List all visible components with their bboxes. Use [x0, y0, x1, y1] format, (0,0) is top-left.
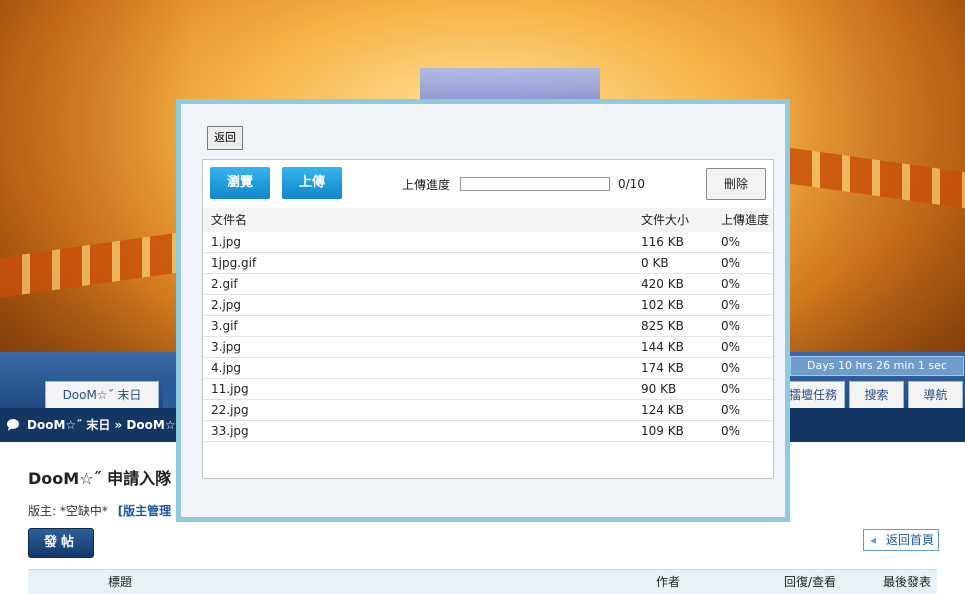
file-size: 174 KB: [641, 361, 684, 375]
banner-film-strip-left: [0, 232, 180, 298]
file-name: 33.jpg: [211, 424, 249, 438]
file-progress: 0%: [721, 340, 741, 354]
triangle-left-icon: ◂: [870, 533, 877, 547]
page-title: DooM☆˝ 申請入隊: [28, 469, 172, 488]
table-row[interactable]: 2.jpg 102 KB 0%: [203, 295, 773, 316]
back-home-label: 返回首頁: [885, 533, 934, 547]
file-progress: 0%: [721, 277, 741, 291]
delete-button[interactable]: 刪除: [706, 168, 766, 200]
file-name: 3.jpg: [211, 340, 242, 354]
progress-count: 0/10: [618, 177, 645, 191]
return-button[interactable]: 返回: [207, 126, 243, 150]
file-progress: 0%: [721, 382, 741, 396]
table-row[interactable]: 3.jpg 144 KB 0%: [203, 337, 773, 358]
tab-tasks[interactable]: 擂壇任務: [781, 381, 845, 409]
file-name: 2.jpg: [211, 298, 242, 312]
upload-button[interactable]: 上傳: [282, 167, 342, 199]
breadcrumb[interactable]: DooM☆˝ 末日 » DooM☆˝: [27, 408, 182, 442]
table-row[interactable]: 11.jpg 90 KB 0%: [203, 379, 773, 400]
column-filename: 文件名: [211, 213, 248, 227]
file-progress: 0%: [721, 424, 741, 438]
thread-table-header: 標題 作者 回復/查看 最後發表: [28, 569, 937, 594]
upload-progress-bar: [460, 177, 610, 191]
file-size: 144 KB: [641, 340, 684, 354]
file-size: 116 KB: [641, 235, 684, 249]
back-home-button[interactable]: ◂ 返回首頁: [863, 529, 939, 551]
banner-film-strip-right: [790, 147, 965, 209]
header-title: 標題: [108, 575, 133, 589]
file-progress: 0%: [721, 403, 741, 417]
tab-search[interactable]: 搜索: [849, 381, 904, 409]
file-name: 3.gif: [211, 319, 238, 333]
file-progress: 0%: [721, 319, 741, 333]
column-progress: 上傳進度: [721, 213, 770, 227]
file-name: 4.jpg: [211, 361, 242, 375]
new-post-button[interactable]: 發帖: [28, 528, 94, 558]
file-size: 825 KB: [641, 319, 684, 333]
table-row[interactable]: 1.jpg 116 KB 0%: [203, 232, 773, 253]
moderator-label: 版主: *空缺中*: [28, 504, 108, 518]
table-row[interactable]: 3.gif 825 KB 0%: [203, 316, 773, 337]
header-author: 作者: [656, 575, 681, 589]
table-row[interactable]: 22.jpg 124 KB 0%: [203, 400, 773, 421]
upload-dialog: 返回 瀏覽 上傳 上傳進度 0/10 刪除 文件名 文件大小 上傳進度 1.jp…: [176, 99, 790, 522]
file-size: 420 KB: [641, 277, 684, 291]
tab-navigation[interactable]: 導航: [908, 381, 963, 409]
file-name: 2.gif: [211, 277, 238, 291]
table-row[interactable]: 4.jpg 174 KB 0%: [203, 358, 773, 379]
file-progress: 0%: [721, 298, 741, 312]
file-size: 102 KB: [641, 298, 684, 312]
table-row[interactable]: 33.jpg 109 KB 0%: [203, 421, 773, 442]
file-progress: 0%: [721, 235, 741, 249]
table-row[interactable]: 1jpg.gif 0 KB 0%: [203, 253, 773, 274]
upload-panel: 瀏覽 上傳 上傳進度 0/10 刪除 文件名 文件大小 上傳進度 1.jpg 1…: [202, 159, 774, 479]
file-size: 109 KB: [641, 424, 684, 438]
speech-bubble-icon: [7, 419, 19, 431]
moderator-line: 版主: *空缺中* [版主管理: [28, 502, 171, 519]
header-replies-views: 回復/查看: [784, 575, 837, 589]
file-size: 124 KB: [641, 403, 684, 417]
file-name: 11.jpg: [211, 382, 249, 396]
file-table: 文件名 文件大小 上傳進度 1.jpg 116 KB 0% 1jpg.gif 0…: [203, 208, 773, 442]
countdown-timer: Days 10 hrs 26 min 1 sec: [790, 356, 964, 376]
progress-label: 上傳進度: [402, 178, 451, 192]
browse-button[interactable]: 瀏覽: [210, 167, 270, 199]
file-size: 90 KB: [641, 382, 677, 396]
column-filesize: 文件大小: [641, 213, 690, 227]
file-progress: 0%: [721, 256, 741, 270]
file-name: 1jpg.gif: [211, 256, 257, 270]
file-size: 0 KB: [641, 256, 669, 270]
file-progress: 0%: [721, 361, 741, 375]
file-table-header: 文件名 文件大小 上傳進度: [203, 208, 773, 232]
table-row[interactable]: 2.gif 420 KB 0%: [203, 274, 773, 295]
tab-home[interactable]: DooM☆˝ 末日: [45, 381, 159, 409]
file-name: 1.jpg: [211, 235, 242, 249]
header-last-post: 最後發表: [883, 575, 932, 589]
file-name: 22.jpg: [211, 403, 249, 417]
moderator-admin-link[interactable]: [版主管理: [118, 504, 172, 518]
